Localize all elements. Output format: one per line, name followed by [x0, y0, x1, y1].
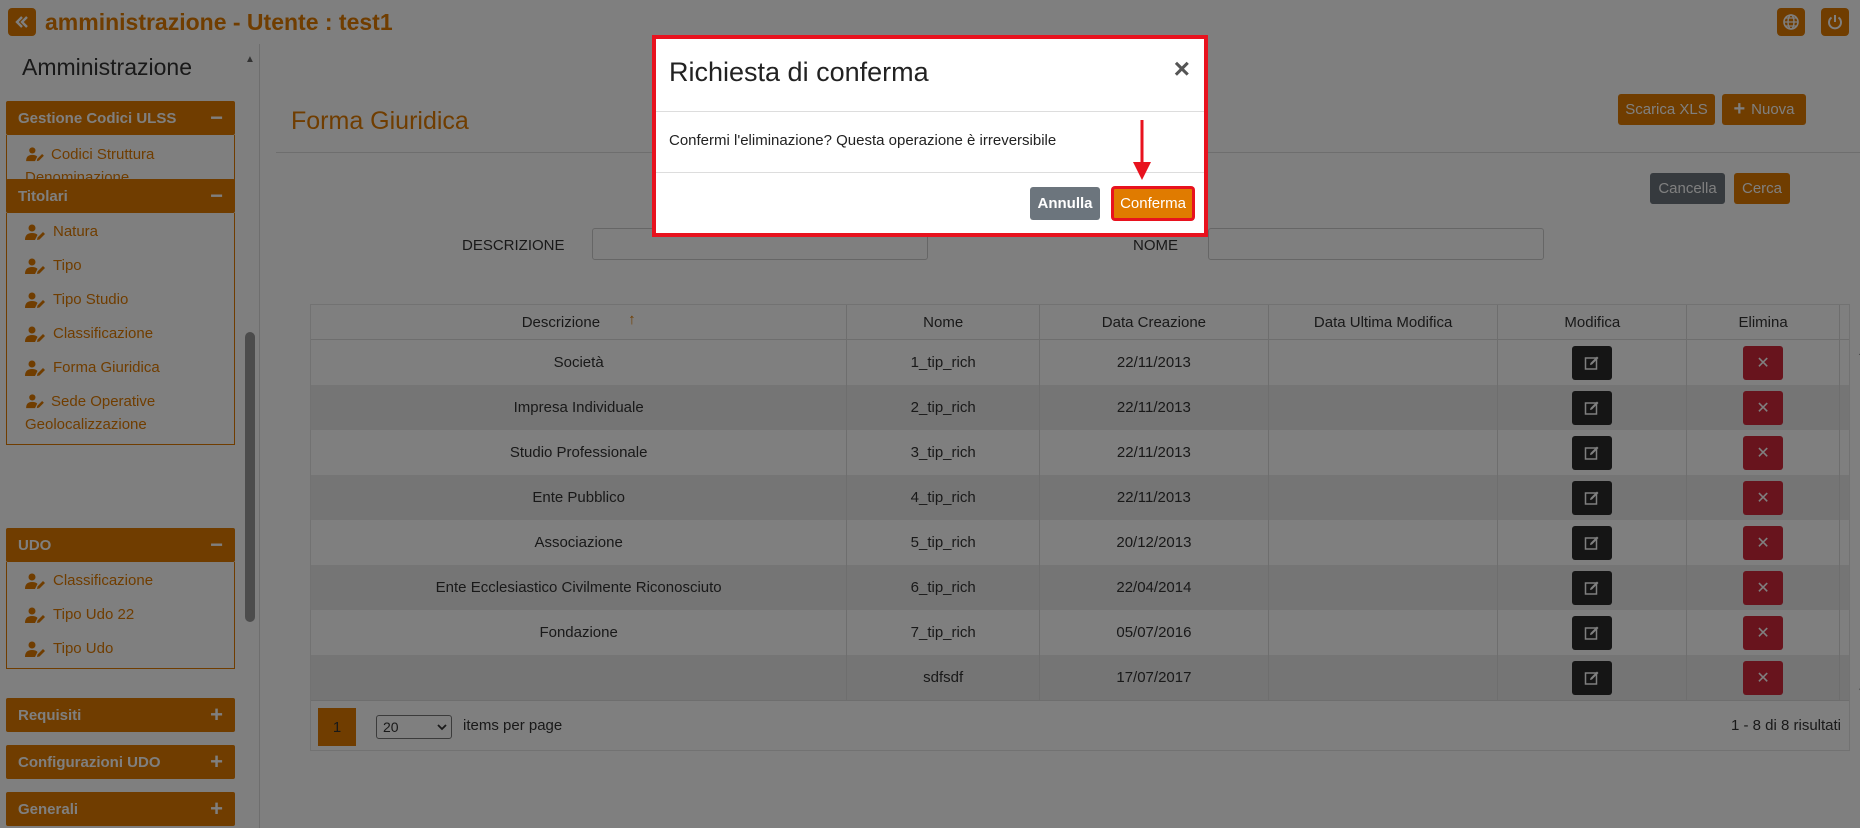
dialog-header: Richiesta di conferma × [656, 39, 1204, 112]
dialog-message: Confermi l'eliminazione? Questa operazio… [669, 132, 1057, 149]
close-icon[interactable]: × [1174, 53, 1190, 85]
cancel-button[interactable]: Annulla [1030, 187, 1100, 220]
dialog-footer: Annulla Conferma [656, 173, 1204, 233]
arrow-down-icon [1133, 120, 1151, 180]
confirm-dialog: Richiesta di conferma × Confermi l'elimi… [652, 35, 1208, 237]
dialog-title: Richiesta di conferma [669, 57, 929, 87]
confirm-button[interactable]: Conferma [1112, 187, 1194, 220]
dialog-body: Confermi l'eliminazione? Questa operazio… [656, 112, 1204, 173]
